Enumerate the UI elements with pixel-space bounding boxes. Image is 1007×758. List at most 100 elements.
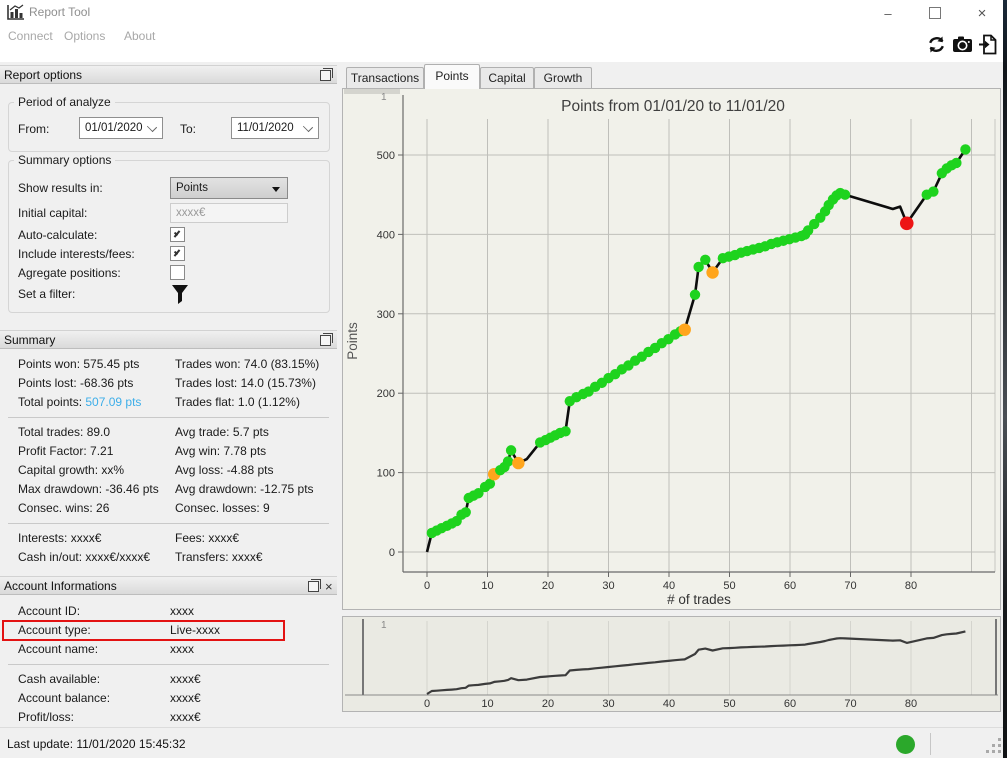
account-label: Account balance: [18,691,111,705]
summary-left: Total trades: 89.0 [18,425,111,439]
account-label: Cash available: [18,672,101,686]
status-bar: Last update: 11/01/2020 15:45:32 [0,727,1007,758]
background-window-edge [1003,0,1007,758]
screenshot-camera-icon[interactable] [952,34,973,55]
tab-points[interactable]: Points [424,64,480,89]
svg-text:1: 1 [381,620,387,631]
svg-text:100: 100 [377,468,395,480]
svg-text:60: 60 [784,580,796,592]
svg-text:40: 40 [663,698,675,710]
panel-float-icon[interactable] [308,579,321,592]
panel-float-icon[interactable] [320,68,333,81]
report-options-title: Report options [4,68,83,82]
resize-grip[interactable] [986,738,1003,755]
svg-text:50: 50 [723,580,735,592]
account-informations-header: Account Informations × [0,576,337,595]
summary-stats: Points won: 575.45 pts Trades won: 74.0 (… [0,355,337,567]
summary-row: Consec. wins: 26 Consec. losses: 9 [0,499,337,518]
show-results-combo[interactable]: Points [170,177,288,199]
set-filter-label: Set a filter: [18,287,76,301]
svg-text:20: 20 [542,580,554,592]
account-row: Profit/loss: xxxx€ [0,708,337,727]
divider [8,664,329,665]
summary-row: Max drawdown: -36.46 pts Avg drawdown: -1… [0,480,337,499]
account-label: Account type: [18,623,91,637]
summary-row: Points lost: -68.36 pts Trades lost: 14.0… [0,374,337,393]
show-results-value: Points [176,182,208,194]
svg-text:30: 30 [602,698,614,710]
summary-right: Trades lost: 14.0 (15.73%) [175,376,316,390]
tab-capital[interactable]: Capital [480,67,534,88]
chevron-down-icon [302,121,314,133]
chevron-down-icon [146,121,158,133]
menu-about[interactable]: About [124,29,155,43]
svg-text:10: 10 [481,698,493,710]
svg-text:80: 80 [905,698,917,710]
divider [8,523,329,524]
svg-text:20: 20 [542,698,554,710]
account-row: Cash available: xxxx€ [0,670,337,689]
export-report-icon[interactable] [978,34,999,55]
window-close-button[interactable]: × [960,0,1004,26]
summary-row: Cash in/out: xxxx€/xxxx€ Transfers: xxxx€ [0,548,337,567]
svg-text:40: 40 [663,580,675,592]
points-chart-panel: 1 0 100 200 300 400 500 0 10 20 30 40 50 60 70 80 Points… [342,88,1001,610]
window-maximize-button[interactable] [913,0,957,26]
filter-funnel-icon[interactable] [171,284,189,305]
summary-row: Total trades: 89.0 Avg trade: 5.7 pts [0,423,337,442]
tab-transactions[interactable]: Transactions [346,67,424,88]
svg-text:300: 300 [377,309,395,321]
window-title: Report Tool [29,5,91,19]
account-value: xxxx€ [170,691,201,705]
menu-options[interactable]: Options [64,29,105,43]
summary-right: Trades flat: 1.0 (1.12%) [175,395,300,409]
svg-text:0: 0 [424,580,430,592]
account-value: xxxx [170,642,194,656]
panel-close-icon[interactable]: × [325,578,333,596]
include-interests-label: Include interests/fees: [18,247,135,261]
summary-row: Capital growth: xx% Avg loss: -4.88 pts [0,461,337,480]
to-date-combo[interactable]: 11/01/2020 [231,117,319,139]
initial-capital-input[interactable]: xxxx€ [170,203,288,223]
account-value: xxxx [170,604,194,618]
svg-text:0: 0 [424,698,430,710]
svg-text:500: 500 [377,150,395,162]
agregate-positions-checkbox[interactable] [170,265,185,280]
auto-calculate-label: Auto-calculate: [18,228,98,242]
summary-right: Fees: xxxx€ [175,531,240,545]
panel-float-icon[interactable] [320,333,333,346]
summary-left: Points lost: -68.36 pts [18,376,134,390]
summary-left: Profit Factor: 7.21 [18,444,114,458]
svg-text:50: 50 [723,698,735,710]
svg-text:Points: Points [345,322,360,360]
initial-capital-label: Initial capital: [18,206,88,220]
summary-left: Max drawdown: -36.46 pts [18,482,159,496]
svg-text:1: 1 [381,92,387,103]
summary-right: Avg win: 7.78 pts [175,444,267,458]
account-label: Account ID: [18,604,81,618]
include-interests-checkbox[interactable] [170,246,185,261]
account-row: Account name: xxxx [0,640,337,659]
overview-range-chart[interactable]: 10 10 20 30 40 50 60 70 80 [343,617,1000,711]
to-date-value: 11/01/2020 [237,122,294,134]
auto-calculate-checkbox[interactable] [170,227,185,242]
refresh-icon[interactable] [926,34,947,55]
divider [8,417,329,418]
summary-header: Summary [0,330,337,349]
account-value: xxxx€ [170,710,201,724]
window-minimize-button[interactable]: – [866,0,910,26]
account-row: Account balance: xxxx€ [0,689,337,708]
menu-bar: Connect Options About [0,24,860,50]
menu-connect[interactable]: Connect [8,29,53,43]
summary-right: Transfers: xxxx€ [175,550,263,564]
summary-right: Avg trade: 5.7 pts [175,425,269,439]
points-chart[interactable]: 101002003004005000 10 20 30 40 50 60 70 80Points… [343,89,1000,609]
from-date-combo[interactable]: 01/01/2020 [79,117,163,139]
tab-growth[interactable]: Growth [534,67,592,88]
summary-title: Summary [4,333,56,347]
connection-status-dot [896,735,915,754]
summary-right: Avg loss: -4.88 pts [175,463,274,477]
summary-left: Total points: 507.09 pts [18,395,142,409]
show-results-label: Show results in: [18,181,103,195]
from-date-value: 01/01/2020 [85,122,143,134]
